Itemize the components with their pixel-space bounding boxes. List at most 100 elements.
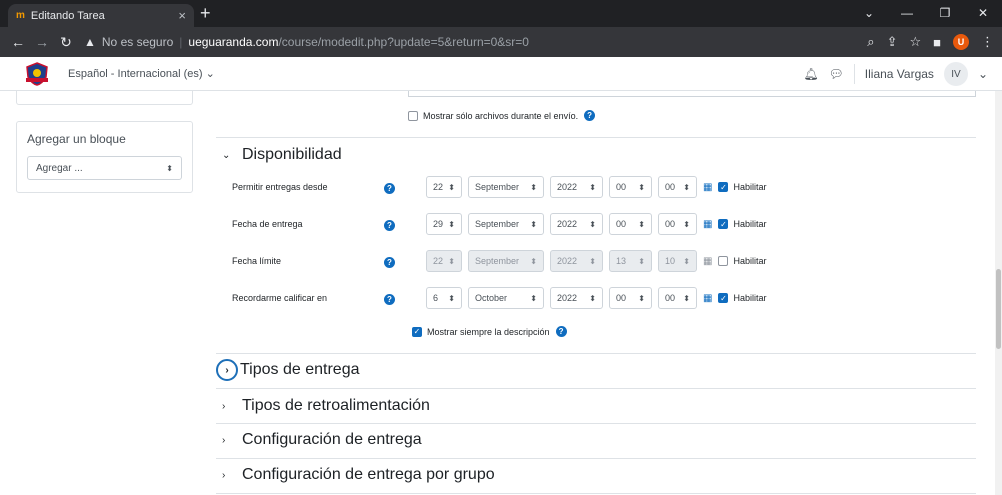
select-caret-icon: ⬍ — [589, 182, 596, 192]
textarea-bottom-edge[interactable] — [408, 91, 976, 97]
day-select[interactable]: 29 ⬍ — [426, 213, 462, 235]
always-show-description-checkbox[interactable]: ✓ — [412, 326, 422, 337]
day-select[interactable]: 22 ⬍ — [426, 176, 462, 198]
enable-option[interactable]: ✓ Habilitar — [718, 293, 766, 303]
calendar-icon[interactable]: ▦ — [703, 219, 712, 230]
more-menu-icon[interactable]: ⋮ — [981, 34, 994, 50]
row-label: Fecha de entrega — [232, 219, 303, 229]
year-select[interactable]: 2022 ⬍ — [550, 213, 603, 235]
year-value: 2022 — [557, 293, 578, 303]
school-logo-icon[interactable] — [20, 61, 54, 87]
section-title: Configuración de entrega — [242, 431, 422, 448]
minimize-icon[interactable]: — — [888, 0, 926, 27]
enable-option[interactable]: ✓ Habilitar — [718, 182, 766, 192]
tab-search-icon[interactable]: ⌄ — [850, 0, 888, 27]
calendar-icon[interactable]: ▦ — [703, 182, 712, 193]
page-scrollbar[interactable] — [995, 91, 1002, 495]
help-icon[interactable]: ? — [384, 257, 395, 268]
hour-select[interactable]: 13 ⬍ — [609, 250, 652, 272]
section-title: Tipos de retroalimentación — [242, 397, 430, 414]
enable-option[interactable]: ✓ Habilitar — [718, 219, 766, 229]
hour-select[interactable]: 00 ⬍ — [609, 176, 652, 198]
enable-checkbox[interactable] — [718, 256, 729, 266]
month-select[interactable]: September ⬍ — [468, 213, 544, 235]
hour-select[interactable]: 00 ⬍ — [609, 287, 652, 309]
zoom-icon[interactable]: ⌕ — [867, 34, 874, 50]
year-select[interactable]: 2022 ⬍ — [550, 250, 603, 272]
restore-icon[interactable]: ❐ — [926, 0, 964, 27]
submission-settings-section-header[interactable]: › Configuración de entrega — [222, 431, 422, 449]
select-caret-icon: ⬍ — [530, 182, 537, 192]
hour-select[interactable]: 00 ⬍ — [609, 213, 652, 235]
group-submission-settings-section-header[interactable]: › Configuración de entrega por grupo — [222, 466, 495, 484]
year-select[interactable]: 2022 ⬍ — [550, 287, 603, 309]
url-host: ueguaranda.com — [188, 35, 279, 49]
forward-icon[interactable]: → — [32, 34, 52, 50]
url-input[interactable]: ▲ No es seguro | ueguaranda.com/course/m… — [84, 31, 867, 53]
user-divider — [853, 64, 855, 84]
help-icon[interactable]: ? — [384, 183, 395, 194]
chevron-down-icon: ⌄ — [222, 149, 231, 161]
warning-icon[interactable]: ▲ — [84, 35, 96, 49]
enable-checkbox[interactable]: ✓ — [718, 219, 729, 229]
moodle-favicon-icon: m — [16, 10, 25, 21]
day-select[interactable]: 6 ⬍ — [426, 287, 462, 309]
minute-value: 10 — [665, 256, 676, 266]
help-icon[interactable]: ? — [584, 110, 596, 121]
back-icon[interactable]: ← — [8, 34, 28, 50]
enable-checkbox[interactable]: ✓ — [718, 293, 729, 303]
section-divider — [216, 388, 976, 389]
messages-icon[interactable]: 💬︎ — [829, 67, 844, 81]
help-icon[interactable]: ? — [384, 220, 395, 231]
date-row-due-date: Fecha de entrega ? 29 ⬍ September ⬍ 2022 ⬍ … — [232, 213, 972, 235]
tab-close-icon[interactable]: × — [178, 8, 186, 23]
row-label: Permitir entregas desde — [232, 182, 328, 192]
profile-avatar[interactable]: U — [953, 34, 969, 50]
site-navbar: Español - Internacional (es) ⌄ 🔔︎ 💬︎ Ili… — [0, 57, 1002, 91]
month-select[interactable]: September ⬍ — [468, 176, 544, 198]
calendar-icon[interactable]: ▦ — [703, 256, 712, 267]
user-avatar[interactable]: IV — [943, 62, 968, 86]
minute-select[interactable]: 00 ⬍ — [658, 176, 697, 198]
user-menu-chevron-icon[interactable]: ⌄ — [978, 67, 988, 81]
enable-label: Habilitar — [733, 182, 767, 192]
day-select[interactable]: 22 ⬍ — [426, 250, 462, 272]
user-name[interactable]: Iliana Vargas — [865, 67, 934, 81]
bookmark-star-icon[interactable]: ☆ — [909, 34, 921, 50]
tab-title: Editando Tarea — [30, 9, 105, 22]
only-files-option[interactable]: Mostrar sólo archivos durante el envío. … — [408, 110, 596, 121]
help-icon[interactable]: ? — [555, 326, 567, 337]
new-tab-icon[interactable]: + — [200, 3, 211, 24]
only-files-checkbox[interactable] — [408, 110, 418, 121]
date-row-grading-reminder: Recordarme calificar en ? 6 ⬍ October ⬍ 20… — [232, 287, 972, 309]
scrollbar-thumb[interactable] — [996, 269, 1001, 349]
month-select[interactable]: September ⬍ — [468, 250, 544, 272]
security-label[interactable]: No es seguro — [102, 35, 173, 49]
language-menu[interactable]: Español - Internacional (es) ⌄ — [68, 67, 215, 80]
day-value: 6 — [433, 293, 439, 303]
feedback-types-section-header[interactable]: › Tipos de retroalimentación — [222, 397, 430, 415]
always-show-description-option[interactable]: ✓ Mostrar siempre la descripción ? — [412, 326, 567, 337]
minute-select[interactable]: 00 ⬍ — [658, 213, 697, 235]
enable-option[interactable]: Habilitar — [718, 256, 766, 266]
submission-types-section-header[interactable]: › Tipos de entrega — [216, 359, 359, 381]
help-icon[interactable]: ? — [384, 294, 395, 305]
close-window-icon[interactable]: ✕ — [964, 0, 1002, 27]
month-select[interactable]: October ⬍ — [468, 287, 544, 309]
select-caret-icon: ⬍ — [530, 293, 537, 303]
enable-label: Habilitar — [733, 256, 767, 266]
browser-tab[interactable]: m Editando Tarea × — [8, 4, 194, 27]
minute-select[interactable]: 00 ⬍ — [658, 287, 697, 309]
enable-checkbox[interactable]: ✓ — [718, 182, 729, 192]
notifications-bell-icon[interactable]: 🔔︎ — [803, 67, 818, 81]
side-panel-icon[interactable]: ■ — [933, 35, 941, 50]
year-select[interactable]: 2022 ⬍ — [550, 176, 603, 198]
availability-section-header[interactable]: ⌄ Disponibilidad — [222, 146, 342, 164]
calendar-icon[interactable]: ▦ — [703, 293, 712, 304]
add-block-select[interactable]: Agregar ... ⬍ — [27, 156, 182, 180]
minute-select[interactable]: 10 ⬍ — [658, 250, 697, 272]
select-caret-icon: ⬍ — [638, 293, 645, 303]
select-caret-icon: ⬍ — [589, 293, 596, 303]
reload-icon[interactable]: ↻ — [56, 34, 76, 51]
share-icon[interactable]: ⇪ — [887, 34, 898, 50]
